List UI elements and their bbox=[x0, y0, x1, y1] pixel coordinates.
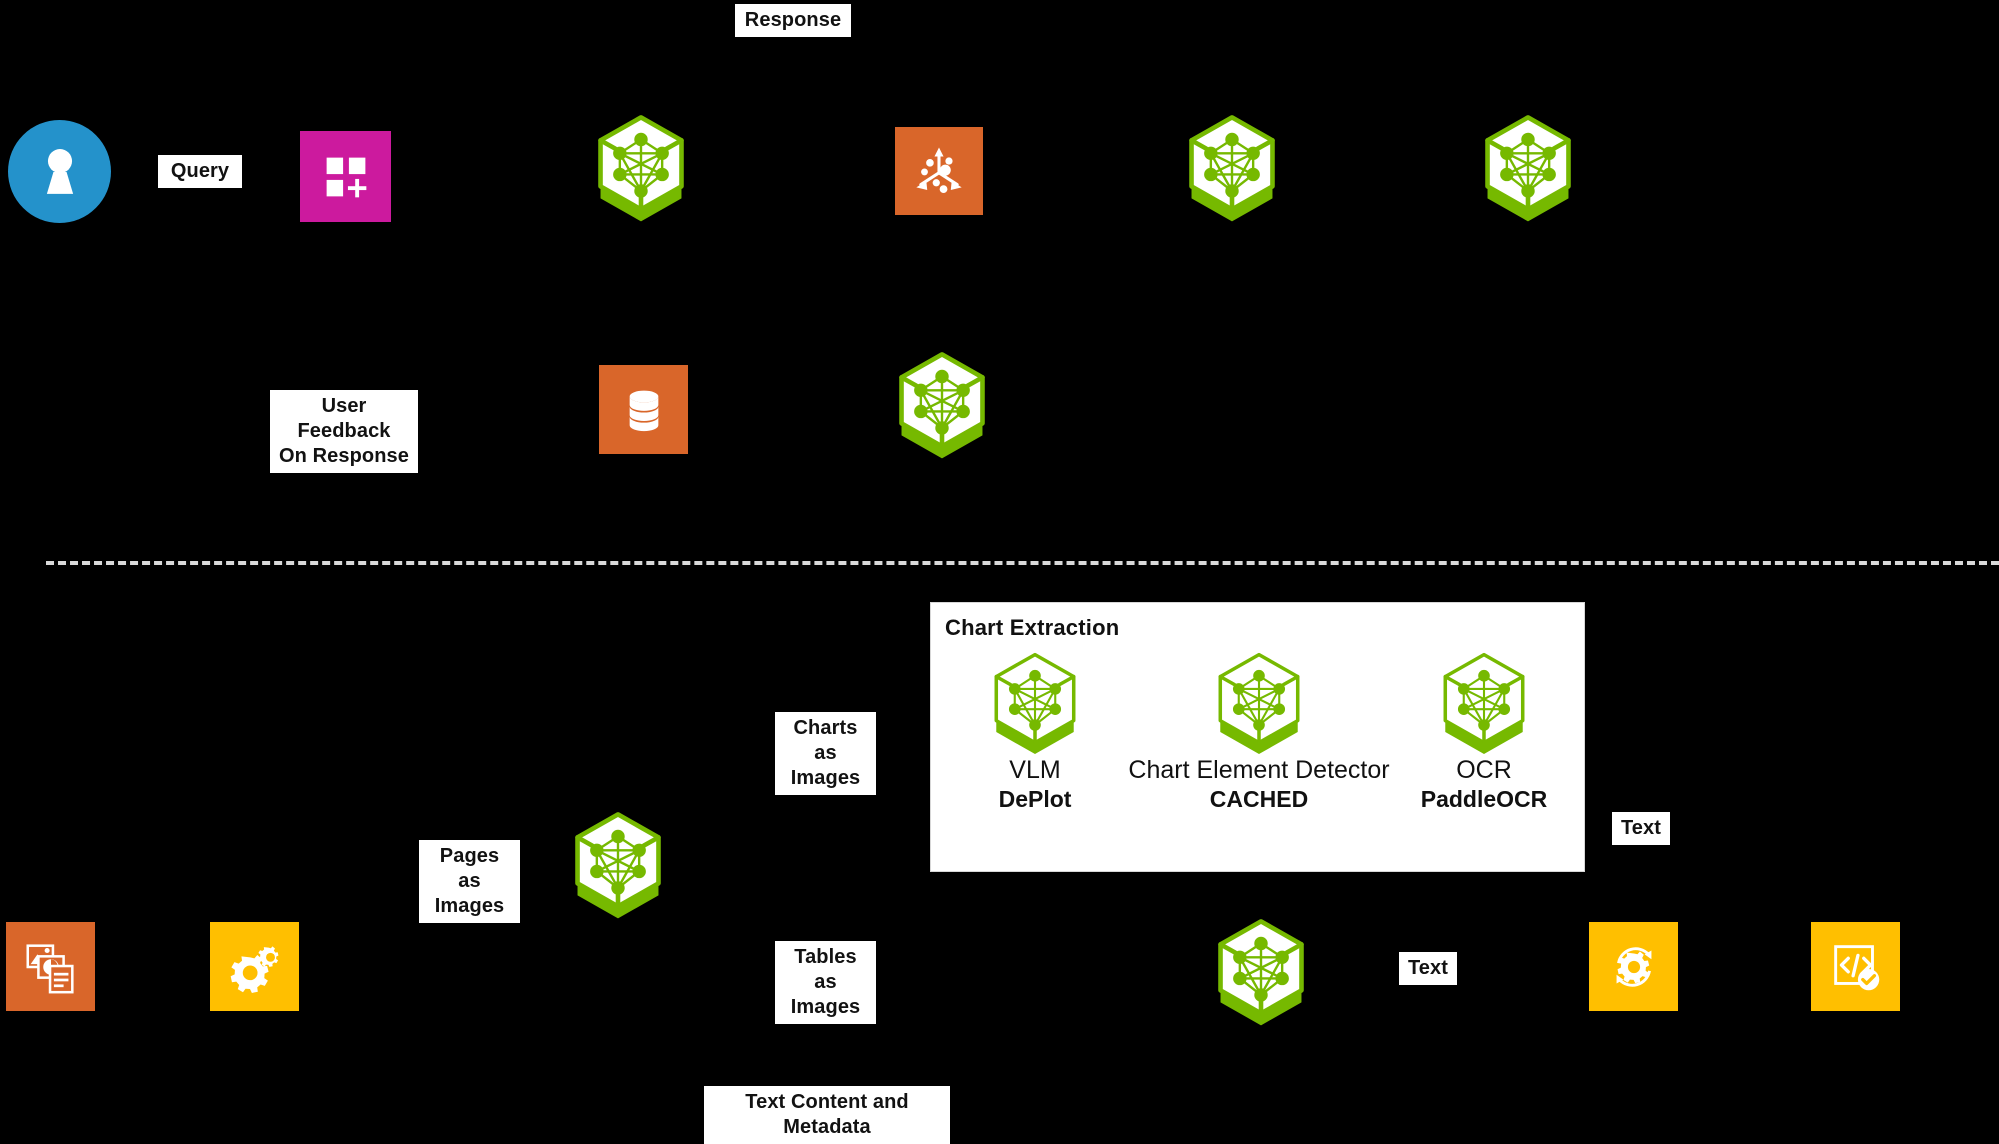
app-tiles-plus-icon bbox=[326, 157, 366, 197]
chart-extraction-item-sub: PaddleOCR bbox=[1420, 786, 1548, 812]
diagram-canvas: Response Query User Feedback On Response… bbox=[0, 0, 1999, 1144]
code-check-icon bbox=[1833, 944, 1879, 990]
label-text-right-top: Text bbox=[1612, 812, 1670, 845]
label-user-feedback: User Feedback On Response bbox=[270, 390, 418, 473]
app-tiles-plus-tile[interactable] bbox=[300, 131, 391, 222]
code-check-tile[interactable] bbox=[1811, 922, 1900, 1011]
chart-extraction-item-sub: CACHED bbox=[1209, 786, 1309, 812]
nim-cube-icon bbox=[1443, 652, 1525, 755]
chart-extraction-item-name: OCR bbox=[1456, 756, 1512, 784]
nim-cube-top-3[interactable] bbox=[1482, 113, 1574, 223]
chart-extraction-item-chart-element-detector[interactable]: Chart Element Detector CACHED bbox=[1084, 651, 1434, 813]
nim-cube-icon bbox=[1189, 115, 1275, 222]
label-text-right-bottom: Text bbox=[1399, 952, 1457, 985]
nim-cube-top-2[interactable] bbox=[1186, 113, 1278, 223]
nim-cube-top-1[interactable] bbox=[595, 113, 687, 223]
label-pages-as-images: Pages as Images bbox=[419, 840, 520, 923]
vector-embedding-tile[interactable] bbox=[895, 127, 983, 215]
user-avatar[interactable] bbox=[8, 120, 111, 223]
nim-cube-icon bbox=[1218, 919, 1304, 1026]
chart-extraction-item-name: Chart Element Detector bbox=[1128, 756, 1390, 784]
gears-icon bbox=[230, 945, 278, 993]
section-divider bbox=[46, 561, 1999, 565]
nim-cube-tables[interactable] bbox=[1215, 917, 1307, 1027]
nim-cube-icon bbox=[994, 652, 1076, 755]
label-text-content-metadata: Text Content and Metadata bbox=[704, 1086, 950, 1144]
label-query: Query bbox=[158, 155, 242, 188]
chart-extraction-title: Chart Extraction bbox=[945, 615, 1120, 640]
label-response: Response bbox=[735, 4, 851, 37]
documents-icon bbox=[25, 943, 74, 993]
label-charts-as-images: Charts as Images bbox=[775, 712, 876, 795]
nim-cube-pages[interactable] bbox=[572, 810, 664, 920]
nim-cube-icon bbox=[1218, 652, 1300, 755]
vector-embedding-icon bbox=[916, 147, 962, 194]
user-avatar-icon bbox=[46, 148, 73, 194]
database-icon bbox=[629, 390, 658, 431]
documents-tile[interactable] bbox=[6, 922, 95, 1011]
label-tables-as-images: Tables as Images bbox=[775, 941, 876, 1024]
nim-cube-icon bbox=[899, 352, 985, 459]
database-tile[interactable] bbox=[599, 365, 688, 454]
nim-cube-icon bbox=[1485, 115, 1571, 222]
chart-extraction-item-ocr[interactable]: OCR PaddleOCR bbox=[1394, 651, 1574, 813]
nim-cube-icon bbox=[575, 812, 661, 919]
gear-refresh-icon bbox=[1616, 946, 1651, 987]
nim-cube-icon bbox=[598, 115, 684, 222]
chart-extraction-panel: Chart Extraction VLM DePlot Chart Elemen… bbox=[930, 602, 1585, 872]
gears-tile[interactable] bbox=[210, 922, 299, 1011]
nim-cube-feedback[interactable] bbox=[896, 350, 988, 460]
gear-refresh-tile[interactable] bbox=[1589, 922, 1678, 1011]
